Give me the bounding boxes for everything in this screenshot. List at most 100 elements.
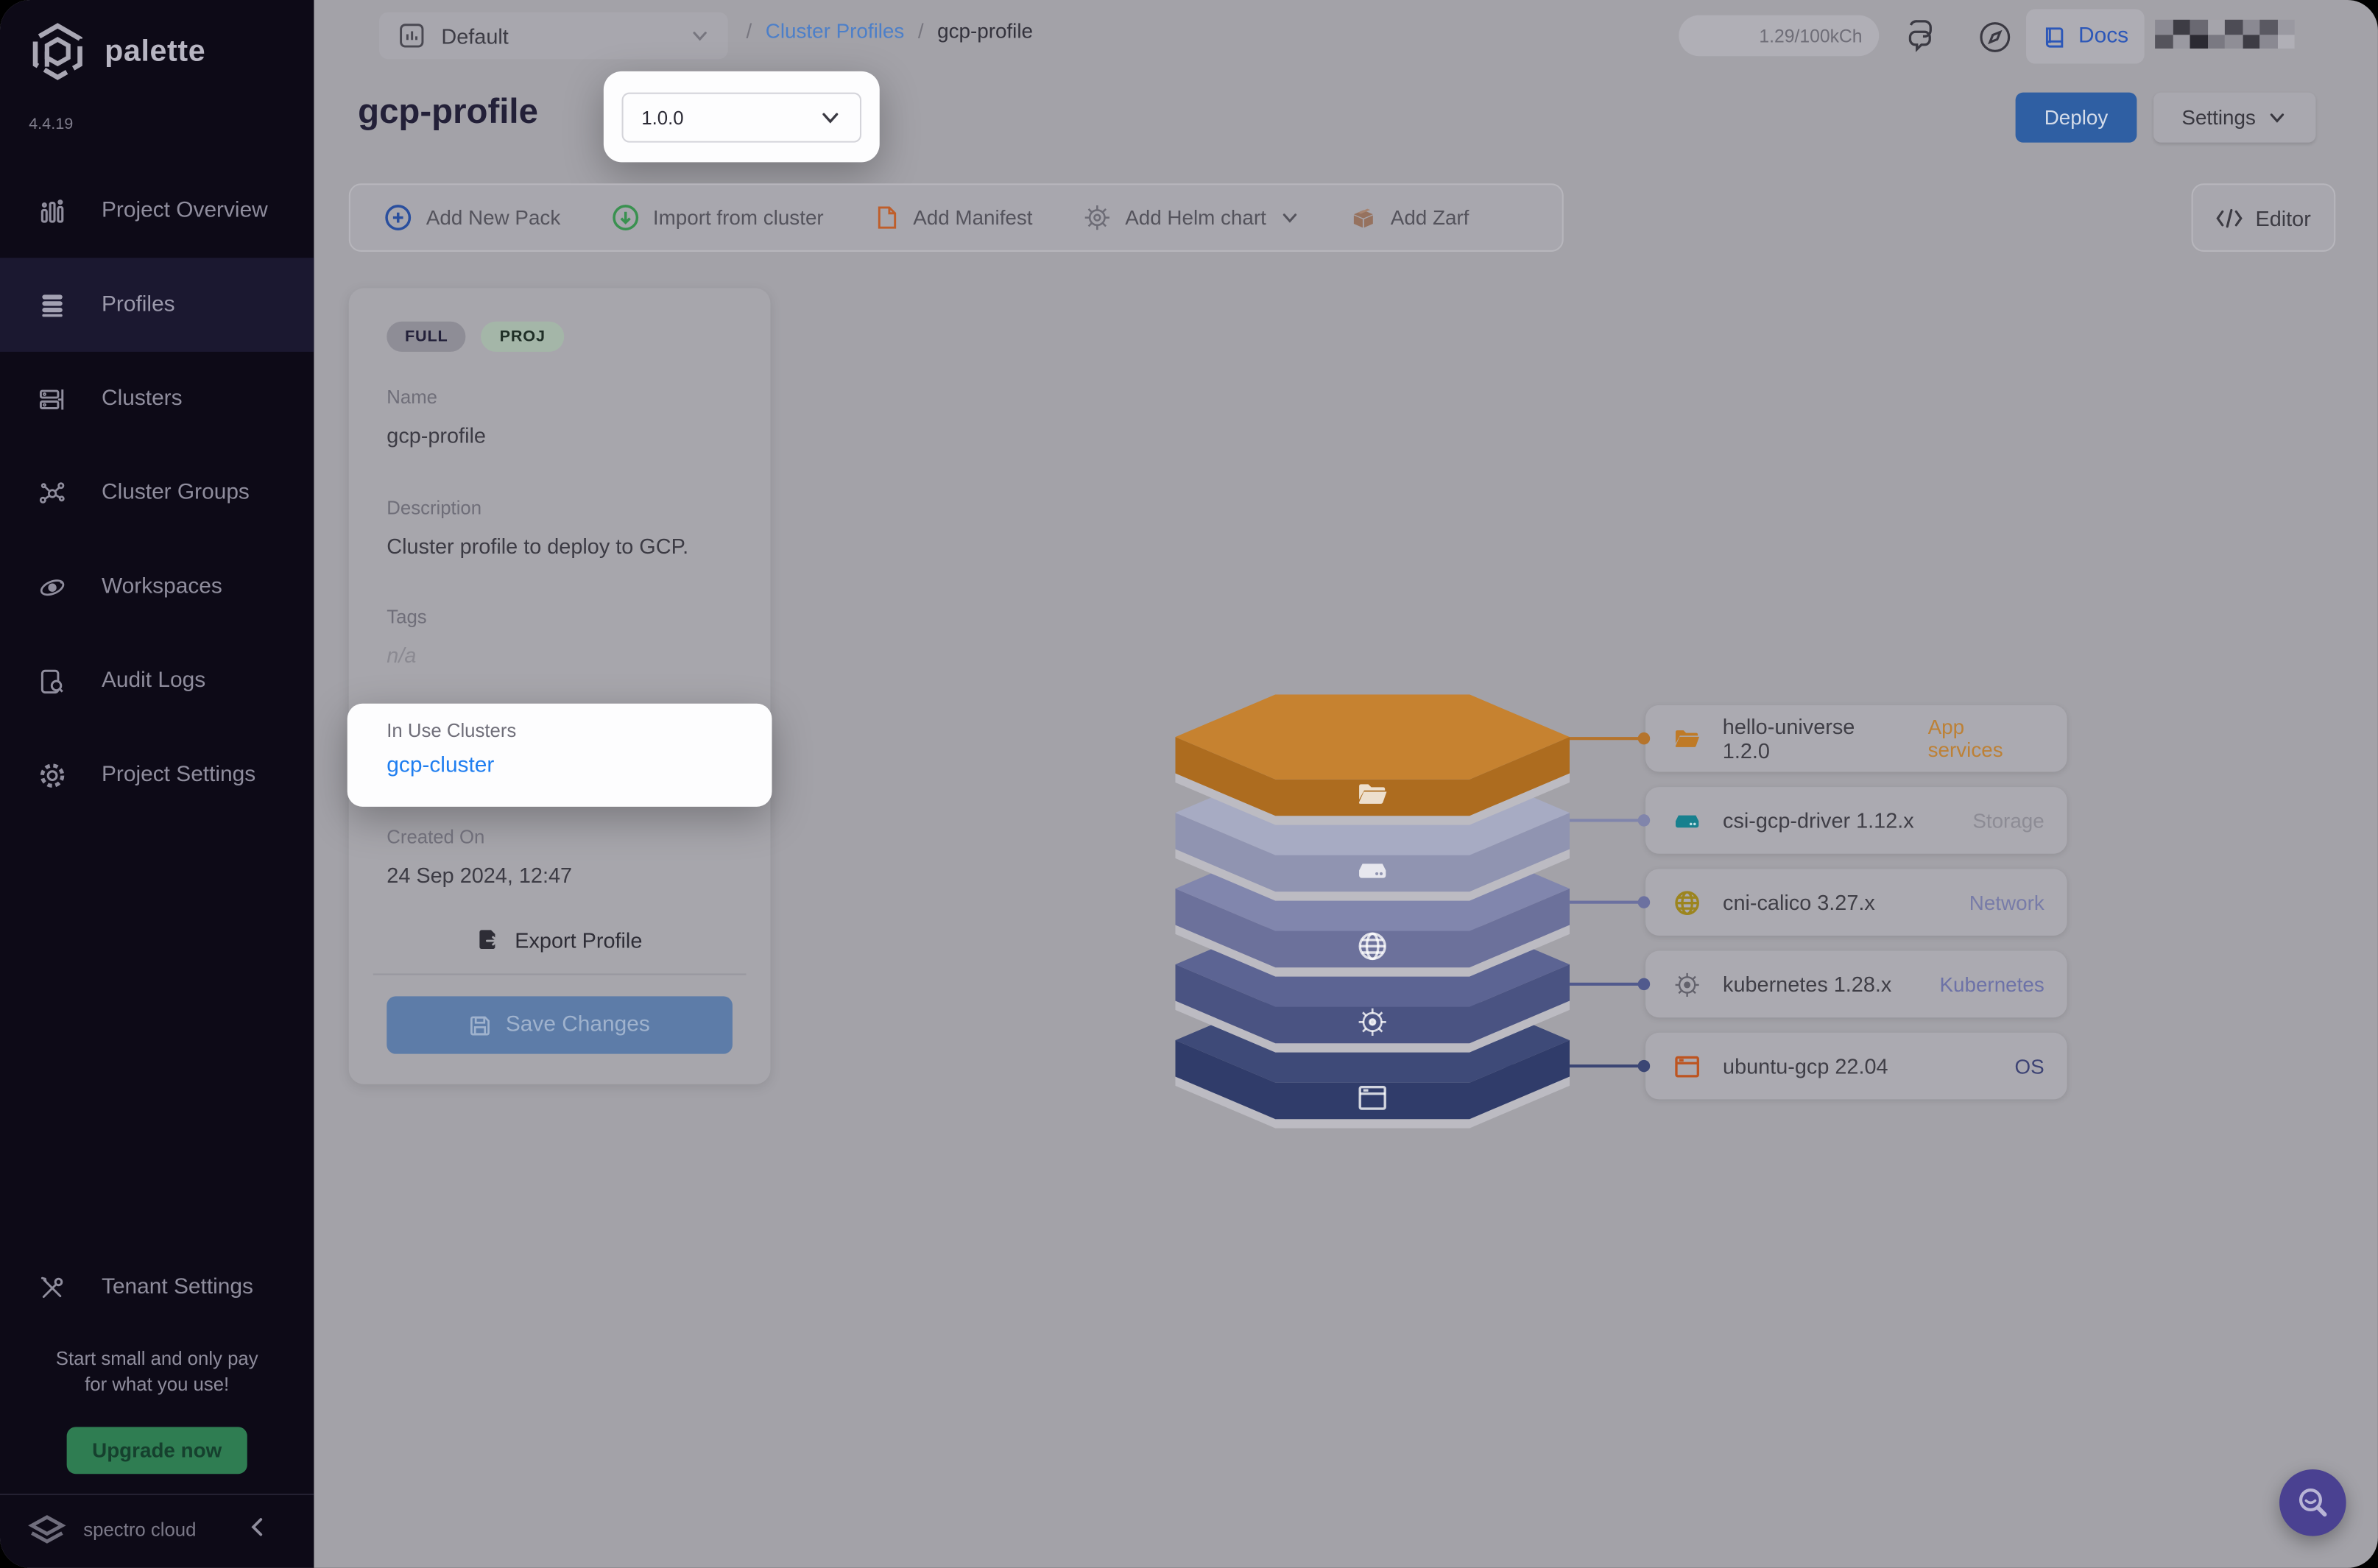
sidebar-item-label: Cluster Groups: [102, 481, 250, 505]
usage-quota-badge: 1.29/100kCh: [1679, 15, 1879, 57]
spectro-cloud-logo-icon: [24, 1508, 70, 1553]
sidebar-item-label: Workspaces: [102, 575, 222, 599]
created-on-value: 24 Sep 2024, 12:47: [387, 863, 572, 887]
sidebar-item-label: Tenant Settings: [102, 1275, 253, 1299]
breadcrumb-cluster-profiles-link[interactable]: Cluster Profiles: [766, 20, 905, 43]
server-icon: [38, 384, 66, 413]
pack-row-cni-calico[interactable]: cni-calico 3.27.x Network: [1645, 869, 2067, 936]
name-label: Name: [387, 386, 437, 408]
sidebar-item-workspaces[interactable]: Workspaces: [0, 540, 314, 634]
breadcrumb-separator: /: [918, 20, 924, 43]
gear-icon: [38, 760, 66, 789]
add-zarf-label: Add Zarf: [1391, 206, 1470, 229]
settings-button[interactable]: Settings: [2153, 93, 2315, 143]
add-manifest-button[interactable]: Add Manifest: [874, 205, 1033, 230]
help-search-fab[interactable]: [2279, 1469, 2346, 1536]
settings-label: Settings: [2181, 106, 2255, 129]
add-helm-chart-label: Add Helm chart: [1125, 206, 1266, 229]
pack-name: ubuntu-gcp 22.04: [1723, 1054, 1888, 1078]
pack-row-csi-gcp-driver[interactable]: csi-gcp-driver 1.12.x Storage: [1645, 787, 2067, 854]
add-new-pack-button[interactable]: Add New Pack: [384, 203, 560, 232]
upgrade-now-button[interactable]: Upgrade now: [67, 1427, 247, 1474]
pack-name: kubernetes 1.28.x: [1723, 972, 1891, 996]
os-window-icon: [1356, 1081, 1389, 1115]
description-value: Cluster profile to deploy to GCP.: [387, 534, 688, 558]
profile-version-select[interactable]: 1.0.0: [622, 93, 861, 143]
footer-brand-label: spectro cloud: [83, 1519, 196, 1541]
layer-app-services[interactable]: [1175, 694, 1570, 827]
bar-chart-icon: [38, 197, 66, 225]
breadcrumb: / Cluster Profiles / gcp-profile: [746, 20, 1033, 43]
import-from-cluster-button[interactable]: Import from cluster: [610, 203, 823, 232]
tags-value: n/a: [387, 643, 416, 667]
feedback-chat-button[interactable]: [1902, 15, 1944, 58]
kubernetes-wheel-icon: [1356, 1006, 1389, 1039]
palette-logo-icon: [27, 21, 88, 82]
export-profile-label: Export Profile: [515, 928, 642, 953]
profile-type-badge-full: FULL: [387, 322, 466, 352]
export-profile-button[interactable]: Export Profile: [349, 928, 771, 953]
upgrade-promo-text: Start small and only pay for what you us…: [0, 1346, 314, 1398]
globe-icon: [1673, 888, 1701, 917]
user-name-redacted[interactable]: [2155, 20, 2295, 49]
editor-button[interactable]: Editor: [2192, 183, 2336, 252]
sidebar-item-cluster-groups[interactable]: Cluster Groups: [0, 446, 314, 540]
save-floppy-icon: [469, 1014, 492, 1036]
project-scope-value: Default: [441, 24, 508, 48]
save-changes-label: Save Changes: [506, 1013, 650, 1037]
compass-icon: [1975, 18, 2013, 55]
add-zarf-button[interactable]: Add Zarf: [1349, 204, 1469, 231]
sidebar-item-label: Audit Logs: [102, 668, 205, 693]
pack-category: OS: [2015, 1055, 2044, 1078]
tools-icon: [38, 1273, 66, 1302]
in-use-cluster-link[interactable]: gcp-cluster: [387, 754, 494, 778]
pack-row-kubernetes[interactable]: kubernetes 1.28.x Kubernetes: [1645, 951, 2067, 1018]
folder-icon: [1356, 778, 1389, 811]
breadcrumb-current-page: gcp-profile: [937, 20, 1033, 43]
description-label: Description: [387, 498, 481, 519]
breadcrumb-separator: /: [746, 20, 752, 43]
sidebar-item-project-settings[interactable]: Project Settings: [0, 728, 314, 822]
save-changes-button[interactable]: Save Changes: [387, 996, 733, 1053]
created-on-label: Created On: [387, 827, 484, 848]
sidebar-item-audit-logs[interactable]: Audit Logs: [0, 634, 314, 728]
editor-label: Editor: [2255, 205, 2310, 230]
collapse-sidebar-icon[interactable]: [247, 1516, 269, 1538]
sidebar-item-label: Clusters: [102, 386, 183, 411]
pack-category: App services: [1928, 716, 2044, 761]
import-down-circle-icon: [610, 203, 639, 232]
storage-drive-icon: [1356, 854, 1389, 887]
pack-row-ubuntu-gcp[interactable]: ubuntu-gcp 22.04 OS: [1645, 1033, 2067, 1100]
kubernetes-wheel-icon: [1673, 970, 1701, 998]
profile-version-value: 1.0.0: [641, 107, 683, 128]
sidebar-item-profiles[interactable]: Profiles: [0, 258, 314, 352]
explore-compass-button[interactable]: [1973, 15, 2016, 58]
nodes-icon: [38, 478, 66, 507]
zarf-box-icon: [1349, 204, 1377, 231]
chevron-down-icon: [1280, 208, 1299, 227]
sidebar-item-label: Project Settings: [102, 763, 255, 787]
add-helm-chart-button[interactable]: Add Helm chart: [1083, 203, 1300, 232]
sidebar-nav: Project Overview Profiles Clusters C: [0, 163, 314, 822]
pack-toolbar: Add New Pack Import from cluster Add Man…: [349, 183, 1564, 252]
sidebar-item-clusters[interactable]: Clusters: [0, 352, 314, 446]
book-icon: [2042, 24, 2068, 49]
profile-details-card: FULL PROJ Name gcp-profile Description C…: [349, 288, 771, 1084]
deploy-button[interactable]: Deploy: [2016, 93, 2137, 143]
pack-name: csi-gcp-driver 1.12.x: [1723, 808, 1914, 833]
orbit-icon: [38, 573, 66, 601]
docs-button[interactable]: Docs: [2026, 9, 2145, 63]
brand-logo: palette: [27, 21, 205, 82]
pack-category: Network: [1969, 891, 2044, 914]
export-file-icon: [477, 928, 501, 953]
pack-row-hello-universe[interactable]: hello-universe 1.2.0 App services: [1645, 705, 2067, 772]
sidebar-divider: [0, 1494, 314, 1495]
project-scope-selector[interactable]: Default: [379, 12, 728, 59]
chat-bubbles-icon: [1903, 17, 1943, 57]
helm-wheel-icon: [1083, 203, 1112, 232]
pack-name: hello-universe 1.2.0: [1723, 714, 1907, 763]
sidebar-item-tenant-settings[interactable]: Tenant Settings: [0, 1240, 314, 1335]
sidebar-item-project-overview[interactable]: Project Overview: [0, 163, 314, 258]
card-divider: [373, 973, 747, 975]
folder-icon: [1673, 724, 1701, 753]
